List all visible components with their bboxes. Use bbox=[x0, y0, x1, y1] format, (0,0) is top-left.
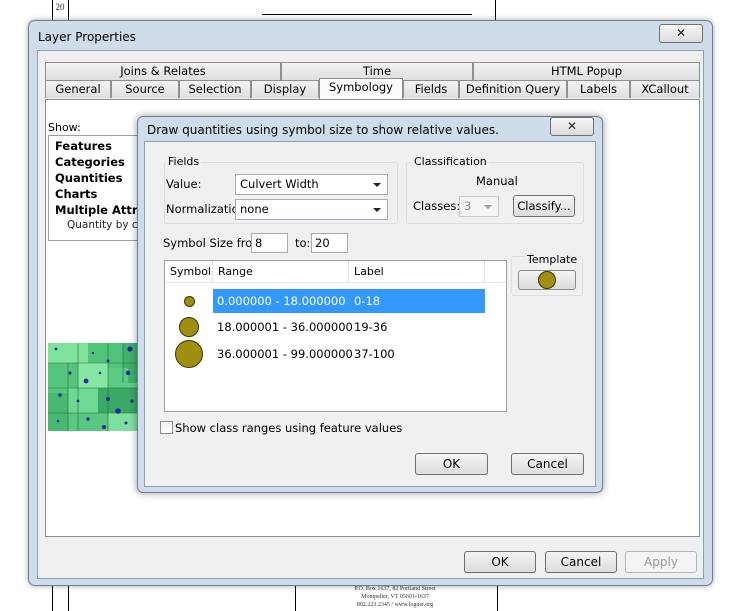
tab-label: Labels bbox=[579, 82, 617, 96]
footer-line-2: Montpelier, VT 05601-1637 bbox=[361, 594, 429, 600]
tab-symbology[interactable]: Symbology bbox=[319, 78, 403, 99]
ok-button[interactable]: OK bbox=[464, 551, 536, 573]
map-preview bbox=[48, 343, 138, 431]
tab-fields[interactable]: Fields bbox=[403, 80, 459, 98]
row-range: 36.000001 - 99.000000 bbox=[217, 347, 353, 361]
tab-label: Display bbox=[263, 82, 307, 96]
table-row[interactable]: 18.000001 - 36.000000 19-36 bbox=[165, 315, 506, 339]
chevron-down-icon bbox=[373, 183, 381, 187]
button-label: Cancel bbox=[560, 555, 602, 569]
value-dropdown[interactable]: Culvert Width bbox=[235, 174, 388, 195]
table-row[interactable]: 0.000000 - 18.000000 0-18 bbox=[165, 289, 506, 313]
cancel-button[interactable]: Cancel bbox=[545, 551, 617, 573]
show-class-ranges-checkbox[interactable] bbox=[160, 421, 173, 434]
symbol-size-from-value: 8 bbox=[255, 236, 263, 250]
show-item-multiple-attributes[interactable]: Multiple Attribu bbox=[55, 203, 147, 217]
tab-label: Symbology bbox=[329, 80, 393, 94]
show-tree: Features Categories Quantities Charts Mu… bbox=[48, 135, 148, 241]
symbol-size-to-label: to: bbox=[295, 236, 311, 250]
show-subitem-quantity-by-category[interactable]: Quantity by ca bbox=[67, 219, 144, 231]
button-label: Classify... bbox=[517, 199, 571, 213]
fields-legend: Fields bbox=[166, 155, 202, 168]
tab-source[interactable]: Source bbox=[111, 80, 179, 98]
tab-html-popup[interactable]: HTML Popup bbox=[473, 62, 700, 80]
apply-button[interactable]: Apply bbox=[625, 551, 697, 573]
button-label: OK bbox=[442, 457, 461, 471]
normalization-selected: none bbox=[240, 202, 269, 216]
tab-label: Fields bbox=[414, 82, 448, 96]
normalization-dropdown[interactable]: none bbox=[235, 199, 388, 220]
map-preview-image bbox=[48, 343, 138, 431]
row-label: 37-100 bbox=[354, 347, 395, 361]
row-label: 19-36 bbox=[354, 320, 388, 334]
dialog-client: Fields Value: Culvert Width Normalizatio… bbox=[144, 141, 596, 487]
ruler-label: 20 bbox=[55, 2, 65, 12]
button-label: OK bbox=[491, 555, 509, 569]
classes-dropdown[interactable]: 3 bbox=[459, 196, 499, 217]
tab-label: HTML Popup bbox=[550, 64, 623, 78]
tab-selection[interactable]: Selection bbox=[179, 80, 251, 98]
template-label: Template bbox=[525, 253, 580, 266]
button-label: Apply bbox=[644, 555, 678, 569]
class-list-header: Symbol Range Label bbox=[165, 261, 506, 283]
symbol-size-to-value: 20 bbox=[315, 236, 330, 250]
tab-label: General bbox=[55, 82, 101, 96]
button-label: Cancel bbox=[527, 457, 568, 471]
row-label: 0-18 bbox=[354, 294, 381, 308]
show-item-quantities[interactable]: Quantities bbox=[55, 171, 122, 185]
symbol-medium-circle[interactable] bbox=[179, 317, 199, 337]
row-range: 0.000000 - 18.000000 bbox=[217, 294, 346, 308]
header-range[interactable]: Range bbox=[213, 261, 349, 283]
tab-label: Source bbox=[125, 82, 165, 96]
template-symbol-circle bbox=[538, 271, 556, 289]
tab-label: Selection bbox=[188, 82, 242, 96]
show-class-ranges-label[interactable]: Show class ranges using feature values bbox=[175, 421, 402, 435]
footer-line-3: 802.223.2345 / www.loguer.org bbox=[356, 602, 434, 608]
quantities-dialog: Draw quantities using symbol size to sho… bbox=[137, 116, 603, 493]
tab-labels[interactable]: Labels bbox=[567, 80, 630, 98]
tab-definition-query[interactable]: Definition Query bbox=[459, 80, 567, 98]
tab-label: XCallout bbox=[641, 82, 689, 96]
header-symbol[interactable]: Symbol bbox=[165, 261, 213, 283]
tab-label: Time bbox=[362, 64, 392, 78]
header-label[interactable]: Label bbox=[349, 261, 485, 283]
value-selected: Culvert Width bbox=[240, 177, 319, 191]
chevron-down-icon bbox=[373, 208, 381, 212]
symbol-size-to-input[interactable]: 20 bbox=[311, 233, 348, 253]
tab-display[interactable]: Display bbox=[251, 80, 319, 98]
tab-xcallout[interactable]: XCallout bbox=[630, 80, 700, 98]
symbol-large-circle[interactable] bbox=[175, 340, 203, 368]
tab-general[interactable]: General bbox=[45, 80, 111, 98]
value-label: Value: bbox=[166, 177, 202, 191]
show-item-categories[interactable]: Categories bbox=[55, 155, 125, 169]
footer-line-1: P.O. Box 1637, 82 Portland Street bbox=[354, 586, 436, 592]
classification-legend: Classification bbox=[412, 155, 489, 168]
class-list[interactable]: Symbol Range Label 0.000000 - 18.000000 … bbox=[164, 260, 507, 412]
classification-method: Manual bbox=[476, 174, 518, 188]
table-row[interactable]: 36.000001 - 99.000000 37-100 bbox=[165, 340, 506, 368]
classify-button[interactable]: Classify... bbox=[513, 195, 575, 217]
dialog-title: Draw quantities using symbol size to sho… bbox=[147, 123, 499, 137]
window-close-button[interactable]: ✕ bbox=[659, 24, 703, 43]
close-icon: ✕ bbox=[566, 119, 578, 133]
show-item-charts[interactable]: Charts bbox=[55, 187, 97, 201]
show-label: Show: bbox=[48, 121, 81, 134]
row-range: 18.000001 - 36.000000 bbox=[217, 320, 353, 334]
tab-joins-relates[interactable]: Joins & Relates bbox=[45, 62, 281, 80]
show-item-features[interactable]: Features bbox=[55, 139, 112, 153]
tab-label: Joins & Relates bbox=[120, 64, 206, 78]
dialog-close-button[interactable]: ✕ bbox=[550, 117, 594, 136]
chevron-down-icon bbox=[484, 205, 492, 209]
dialog-ok-button[interactable]: OK bbox=[415, 453, 488, 475]
classes-label: Classes: bbox=[413, 199, 461, 213]
classes-selected: 3 bbox=[464, 199, 472, 213]
symbol-small-circle[interactable] bbox=[184, 296, 195, 307]
symbol-size-from-input[interactable]: 8 bbox=[251, 233, 288, 253]
template-symbol-button[interactable] bbox=[518, 270, 576, 290]
window-title: Layer Properties bbox=[38, 30, 136, 44]
close-icon: ✕ bbox=[675, 26, 687, 40]
dialog-cancel-button[interactable]: Cancel bbox=[511, 453, 584, 475]
tab-label: Definition Query bbox=[465, 82, 561, 96]
